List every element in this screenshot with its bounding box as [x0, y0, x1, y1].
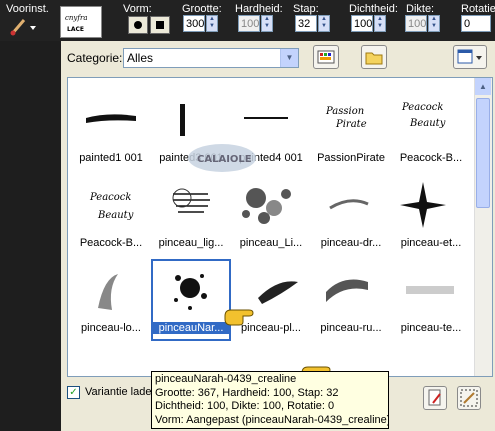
thickness-label: Dikte:: [406, 3, 435, 15]
open-folder-button[interactable]: [361, 45, 387, 69]
ribbon-brush: [316, 262, 386, 322]
variant-checkbox-label: Variantie laden: [85, 386, 158, 398]
brush-label: painted1 001: [79, 152, 143, 164]
pointing-hand-icon: [224, 309, 254, 326]
svg-text:LACE: LACE: [67, 26, 84, 33]
stroke-vertical: [156, 92, 226, 152]
stroke-horizontal: [76, 92, 146, 152]
preset-label: Voorinst.: [6, 3, 49, 15]
tooltip-line-1: pinceauNarah-0439_crealine: [155, 373, 297, 385]
brush-cell[interactable]: Peacock-B...: [392, 90, 470, 170]
view-mode-button[interactable]: [453, 45, 487, 69]
chevron-down-icon[interactable]: ▼: [280, 49, 298, 67]
brush-tooltip: pinceauNarah-0439_crealine Grootte: 367,…: [151, 371, 389, 429]
folder-icon: [365, 52, 383, 65]
category-value: Alles: [127, 51, 154, 65]
variant-checkbox[interactable]: ✓: [67, 386, 80, 399]
tooltip-line-4: Vorm: Aangepast (pinceauNarah-0439_creal…: [155, 413, 389, 426]
thickness-stepper[interactable]: ▲ ▼: [428, 15, 440, 32]
rotation-input[interactable]: 0: [461, 15, 491, 32]
category-label: Categorie:: [67, 51, 123, 65]
brush-label: painted4 001: [239, 152, 303, 164]
brush-select-icon: [460, 389, 478, 407]
splat-brush: [156, 262, 226, 322]
grid-scrollbar[interactable]: ▲: [474, 78, 492, 376]
texture-brush: [396, 262, 466, 322]
brush-cell[interactable]: painted1 001: [72, 90, 150, 170]
step-label: Stap:: [293, 3, 319, 15]
size-stepper[interactable]: ▲ ▼: [206, 15, 218, 32]
brush-label: pinceau-ru...: [320, 322, 382, 334]
step-input[interactable]: 32: [295, 15, 317, 32]
brush-cell[interactable]: pinceau-dr...: [312, 175, 390, 255]
stroke-thin: [236, 92, 306, 152]
palette-icon: [317, 50, 335, 64]
scroll-thumb[interactable]: [476, 98, 490, 208]
step-stepper[interactable]: ▲ ▼: [318, 15, 330, 32]
preset-brush-icon[interactable]: [8, 16, 38, 36]
svg-text:cnyfra: cnyfra: [65, 14, 88, 22]
density-input[interactable]: 100: [351, 15, 373, 32]
text-brush: [396, 92, 466, 152]
star-brush: [396, 177, 466, 237]
brush-cell[interactable]: pinceau-ru...: [312, 260, 390, 340]
tooltip-line-3: Dichtheid: 100, Dikte: 100, Rotatie: 0: [155, 400, 335, 412]
round-shape-button[interactable]: [128, 16, 148, 34]
brush-label: pinceau-lo...: [81, 322, 141, 334]
text-brush: [316, 92, 386, 152]
tooltip-line-2: Grootte: 367, Hardheid: 100, Stap: 32: [155, 386, 339, 399]
circles-brush: [236, 177, 306, 237]
brush-label: Peacock-B...: [399, 152, 463, 164]
brush-label: Peacock-B...: [79, 237, 143, 249]
hardness-input[interactable]: 100: [238, 15, 260, 32]
brush-cell[interactable]: Peacock-B...: [72, 175, 150, 255]
scroll-up-arrow-icon[interactable]: ▲: [475, 78, 491, 95]
brush-cell[interactable]: pinceau-lo...: [72, 260, 150, 340]
size-input[interactable]: 300: [183, 15, 205, 32]
thickness-input[interactable]: 100: [405, 15, 427, 32]
brush-cell[interactable]: pinceauNar...: [151, 259, 231, 341]
view-grid-icon: [457, 49, 482, 64]
brush-options-button[interactable]: [457, 386, 481, 410]
edit-categories-button[interactable]: [313, 45, 339, 69]
brush-grid[interactable]: painted1 001 painted3 001 painted4 001 Pass…: [67, 77, 493, 377]
text-brush: [76, 177, 146, 237]
left-panel-strip: [0, 41, 61, 431]
brush-cell[interactable]: painted4 001: [232, 90, 310, 170]
brush-cell[interactable]: pinceau_lig...: [152, 175, 230, 255]
brush-thumbnail[interactable]: cnyfra LACE: [60, 6, 102, 38]
hardness-label: Hardheid:: [235, 3, 283, 15]
brush-label: pinceau_lig...: [158, 237, 224, 249]
shape-label: Vorm:: [123, 3, 152, 15]
brush-label: pinceauNar...: [152, 322, 230, 334]
brush-label: pinceau-te...: [400, 322, 462, 334]
brush-label: painted3 001: [159, 152, 223, 164]
square-shape-button[interactable]: [150, 16, 170, 34]
brush-cell[interactable]: pinceau-et...: [392, 175, 470, 255]
rotation-label: Rotatie:: [461, 3, 495, 15]
edit-brush-button[interactable]: [423, 386, 447, 410]
hardness-stepper[interactable]: ▲ ▼: [261, 15, 273, 32]
brush-cell[interactable]: pinceau_Li...: [232, 175, 310, 255]
brush-cell[interactable]: pinceau-te...: [392, 260, 470, 340]
swoosh-brush: [316, 177, 386, 237]
lines-brush: [156, 177, 226, 237]
density-stepper[interactable]: ▲ ▼: [374, 15, 386, 32]
category-select[interactable]: Alles ▼: [123, 48, 299, 68]
brush-label: pinceau-dr...: [320, 237, 382, 249]
curve-brush: [76, 262, 146, 322]
brush-cell[interactable]: PassionPirate: [312, 90, 390, 170]
brush-label: pinceau-et...: [400, 237, 462, 249]
brush-label: pinceau_Li...: [239, 237, 303, 249]
brush-cell[interactable]: painted3 001: [152, 90, 230, 170]
density-label: Dichtheid:: [349, 3, 398, 15]
brush-cell[interactable]: pinceau-pl...: [232, 260, 310, 340]
page-edit-icon: [428, 389, 441, 406]
tool-options-bar: Voorinst. cnyfra LACE Vorm: Grootte: 300 …: [0, 0, 495, 41]
brush-label: PassionPirate: [317, 152, 385, 164]
size-label: Grootte:: [182, 3, 222, 15]
